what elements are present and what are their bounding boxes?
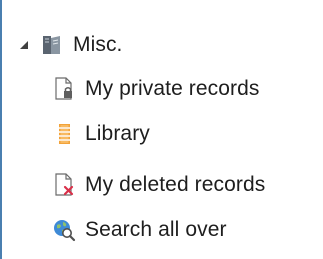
expanded-triangle-icon[interactable]	[18, 39, 30, 51]
private-document-lock-icon	[52, 76, 76, 102]
misc-folder-icon	[40, 32, 64, 58]
tree-item-library[interactable]: Library	[52, 119, 150, 149]
library-books-icon	[52, 121, 76, 147]
tree-item-label: Search all over	[85, 218, 227, 241]
tree-node-label: Misc.	[73, 33, 123, 56]
tree-node-misc[interactable]: Misc.	[18, 30, 123, 60]
tree-item-search-all-over[interactable]: Search all over	[52, 215, 227, 245]
tree-item-label: My private records	[85, 77, 260, 100]
tree-item-my-deleted-records[interactable]: My deleted records	[52, 170, 265, 200]
deleted-document-x-icon	[52, 172, 76, 198]
navigation-tree: Misc. My private records Library My dele…	[0, 0, 323, 259]
tree-item-label: Library	[85, 122, 150, 145]
tree-item-my-private-records[interactable]: My private records	[52, 74, 260, 104]
globe-search-icon	[52, 217, 76, 243]
tree-item-label: My deleted records	[85, 173, 266, 196]
